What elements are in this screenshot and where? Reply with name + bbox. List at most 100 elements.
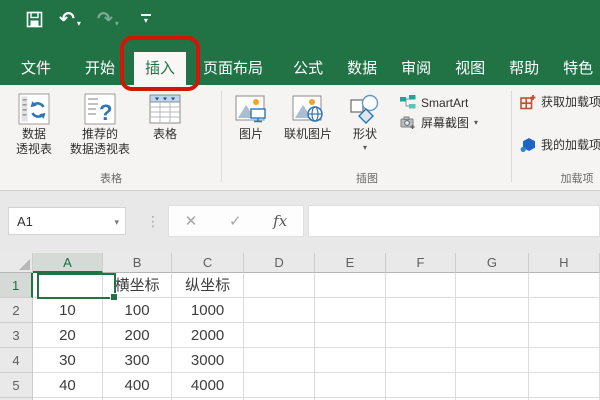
- column-header-c[interactable]: C: [172, 253, 244, 273]
- tab-data[interactable]: 数据: [336, 52, 388, 85]
- cell-b5[interactable]: 400: [102, 373, 173, 398]
- column-header-h[interactable]: H: [528, 253, 600, 273]
- select-all-corner[interactable]: [0, 253, 34, 273]
- cell-c3[interactable]: 2000: [172, 323, 244, 348]
- customize-quick-access-toolbar-button[interactable]: ▾: [140, 13, 151, 25]
- screenshot-button[interactable]: 屏幕截图 ▾: [400, 114, 478, 131]
- row-header-3[interactable]: 3: [0, 323, 34, 348]
- cell-d5[interactable]: [243, 373, 316, 398]
- column-header-e[interactable]: E: [315, 253, 386, 273]
- cell-b2[interactable]: 100: [102, 298, 173, 323]
- pictures-icon: [234, 92, 268, 126]
- cell-e3[interactable]: [315, 323, 386, 348]
- shapes-icon: [348, 92, 382, 126]
- column-header-a[interactable]: A: [33, 253, 103, 273]
- cell-b4[interactable]: 300: [102, 348, 173, 373]
- column-header-d[interactable]: D: [243, 253, 316, 273]
- recommended-pivottables-button[interactable]: ? 推荐的 数据透视表: [66, 90, 134, 159]
- cell-h5[interactable]: [528, 373, 600, 398]
- tab-special-features[interactable]: 特色: [552, 52, 600, 85]
- table-button[interactable]: 表格: [144, 90, 186, 144]
- cell-g5[interactable]: [456, 373, 529, 398]
- row-header-1[interactable]: 1: [0, 273, 34, 298]
- tab-help[interactable]: 帮助: [498, 52, 550, 85]
- pictures-button[interactable]: 图片: [230, 90, 272, 144]
- screenshot-label: 屏幕截图: [421, 116, 470, 130]
- cell-a4[interactable]: 30: [33, 348, 103, 373]
- cell-f5[interactable]: [385, 373, 457, 398]
- formula-input[interactable]: [308, 205, 600, 237]
- cell-b1[interactable]: 横坐标: [102, 273, 173, 298]
- cell-d4[interactable]: [243, 348, 316, 373]
- cell-f4[interactable]: [385, 348, 457, 373]
- cell-d2[interactable]: [243, 298, 316, 323]
- redo-dropdown-icon[interactable]: ▾: [115, 19, 119, 29]
- cell-a2[interactable]: 10: [33, 298, 103, 323]
- column-header-g[interactable]: G: [456, 253, 529, 273]
- row-5: 5 40 400 4000: [0, 373, 600, 398]
- smartart-button[interactable]: SmartArt: [400, 94, 478, 111]
- undo-button[interactable]: ↶ ▾: [59, 10, 81, 29]
- name-box-dropdown-icon[interactable]: ▾: [114, 217, 119, 228]
- tab-view[interactable]: 视图: [444, 52, 496, 85]
- name-box[interactable]: A1 ▾: [8, 207, 126, 235]
- cell-h4[interactable]: [528, 348, 600, 373]
- cell-g1[interactable]: [456, 273, 529, 298]
- formula-bar-resize-handle[interactable]: ⋮: [146, 207, 160, 235]
- row-header-4[interactable]: 4: [0, 348, 34, 373]
- cell-g3[interactable]: [456, 323, 529, 348]
- cell-e4[interactable]: [315, 348, 386, 373]
- cell-a3[interactable]: 20: [33, 323, 103, 348]
- enter-icon[interactable]: ✓: [229, 212, 242, 230]
- row-2: 2 10 100 1000: [0, 298, 600, 323]
- save-button[interactable]: [26, 11, 43, 28]
- smartart-icon: [400, 95, 416, 109]
- cancel-icon[interactable]: ✕: [185, 212, 198, 230]
- row-header-5[interactable]: 5: [0, 373, 34, 398]
- cell-g4[interactable]: [456, 348, 529, 373]
- cell-c4[interactable]: 3000: [172, 348, 244, 373]
- cell-h3[interactable]: [528, 323, 600, 348]
- get-add-ins-button[interactable]: 获取加载项: [520, 93, 600, 110]
- cell-b3[interactable]: 200: [102, 323, 173, 348]
- tab-insert[interactable]: 插入: [120, 36, 201, 91]
- cell-e2[interactable]: [315, 298, 386, 323]
- tab-formulas[interactable]: 公式: [282, 52, 334, 85]
- name-box-value: A1: [17, 213, 33, 229]
- cell-f1[interactable]: [385, 273, 457, 298]
- cell-c5[interactable]: 4000: [172, 373, 244, 398]
- insert-function-icon[interactable]: fx: [273, 212, 287, 230]
- cell-g2[interactable]: [456, 298, 529, 323]
- row-header-2[interactable]: 2: [0, 298, 34, 323]
- tab-home[interactable]: 开始: [74, 52, 126, 85]
- column-header-f[interactable]: F: [385, 253, 457, 273]
- screenshot-dropdown-icon: ▾: [474, 118, 479, 127]
- redo-button[interactable]: ↷ ▾: [97, 10, 119, 29]
- cell-h1[interactable]: [528, 273, 600, 298]
- cell-h2[interactable]: [528, 298, 600, 323]
- recommended-pivottable-icon: ?: [83, 92, 117, 126]
- redo-icon: ↷: [96, 8, 113, 30]
- tab-review[interactable]: 审阅: [390, 52, 442, 85]
- pivottable-button[interactable]: 数据 透视表: [12, 90, 56, 159]
- cell-d1[interactable]: [243, 273, 316, 298]
- column-header-b[interactable]: B: [102, 253, 173, 273]
- group-label-illustrations: 插图: [356, 173, 378, 185]
- formula-bar-area: A1 ▾ ⋮ ✕ ✓ fx: [0, 191, 600, 253]
- cell-d3[interactable]: [243, 323, 316, 348]
- online-pictures-button[interactable]: 联机图片: [280, 90, 336, 144]
- cell-c2[interactable]: 1000: [172, 298, 244, 323]
- tab-page-layout[interactable]: 页面布局: [192, 52, 274, 85]
- cell-c1[interactable]: 纵坐标: [172, 273, 244, 298]
- cell-a5[interactable]: 40: [33, 373, 103, 398]
- cell-f3[interactable]: [385, 323, 457, 348]
- tab-file[interactable]: 文件: [10, 52, 62, 85]
- row-1: 1 横坐标 纵坐标: [0, 273, 600, 298]
- shapes-button[interactable]: 形状 ▾: [344, 90, 386, 154]
- cell-f2[interactable]: [385, 298, 457, 323]
- undo-dropdown-icon[interactable]: ▾: [77, 19, 81, 29]
- my-add-ins-button[interactable]: 我的加载项: [520, 136, 600, 153]
- cell-a1[interactable]: [33, 273, 103, 298]
- cell-e5[interactable]: [315, 373, 386, 398]
- cell-e1[interactable]: [315, 273, 386, 298]
